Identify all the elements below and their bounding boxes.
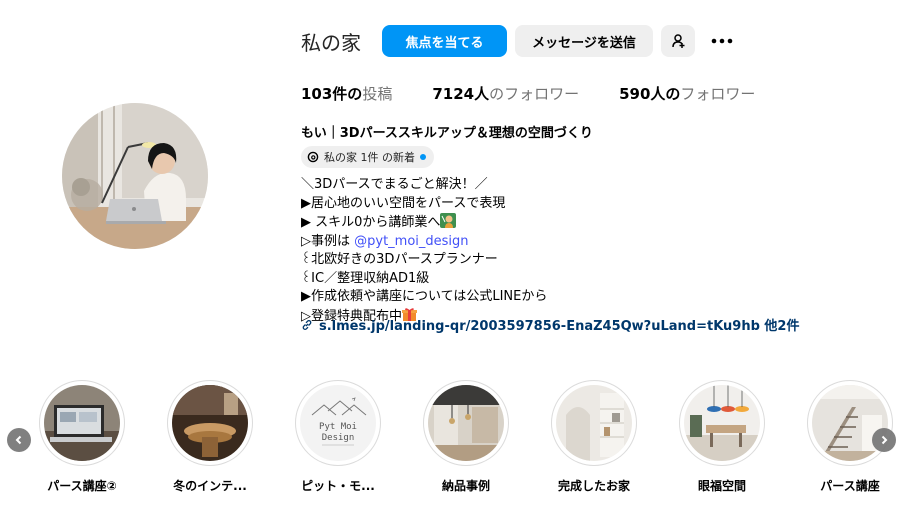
highlight-item[interactable]: パース講座②	[32, 380, 132, 494]
highlight-ring	[167, 380, 253, 466]
more-dots-icon	[711, 38, 733, 44]
highlight-label: パース講座②	[47, 479, 117, 493]
threads-icon	[307, 151, 319, 163]
chevron-right-icon	[881, 435, 888, 445]
followers-count-label: のフォロワー	[489, 85, 580, 103]
story-highlights: パース講座② 冬のインテ... Pyt Moi Design ピット・モ... 納…	[0, 380, 900, 500]
highlight-thumbnail: Pyt MoiDesign	[300, 385, 376, 461]
highlight-label: 納品事例	[441, 479, 490, 493]
highlights-next-button[interactable]	[872, 428, 896, 452]
highlight-ring: Pyt Moi Design	[295, 380, 381, 466]
profile-header-row: 私の家 焦点を当てる メッセージを送信	[301, 25, 739, 57]
external-link[interactable]: s.lmes.jp/landing-qr/2003597856-EnaZ45Qw…	[301, 315, 799, 334]
chevron-left-icon	[15, 435, 22, 445]
highlight-item[interactable]: Pyt Moi Design ピット・モ...	[288, 380, 388, 494]
follow-button[interactable]: 焦点を当てる	[382, 25, 507, 57]
highlight-label: ピット・モ...	[301, 479, 375, 493]
highlight-ring	[423, 380, 509, 466]
following-count-label: フォロワー	[680, 85, 756, 103]
highlight-ring	[39, 380, 125, 466]
posts-count: 103件の 投稿	[301, 83, 392, 104]
highlight-thumbnail	[428, 385, 504, 461]
highlight-thumbnail	[44, 385, 120, 461]
highlight-ring	[807, 380, 893, 466]
highlight-item[interactable]: 納品事例	[416, 380, 516, 494]
highlight-item[interactable]: 眼福空間	[672, 380, 772, 494]
followers-count[interactable]: 7124人 のフォロワー	[432, 83, 579, 104]
bio-line-text: ▷事例は	[301, 233, 355, 249]
bio-line: ▶作成依頼や講座については公式LINEから	[301, 289, 548, 304]
highlight-thumbnail	[684, 385, 760, 461]
link-icon	[302, 319, 312, 330]
bio-line: ▷事例は @pyt_moi_design	[301, 233, 547, 252]
highlight-label: パース講座	[820, 479, 880, 493]
teacher-emoji-icon	[440, 213, 457, 228]
message-button[interactable]: メッセージを送信	[515, 25, 653, 57]
bio-line: ▶居心地のいい空間をパースで表現	[301, 195, 506, 211]
new-indicator-dot	[420, 154, 426, 160]
highlight-ring	[551, 380, 637, 466]
bio-line: ꒰IC／整理収納AD1級	[301, 270, 430, 286]
bio-line: ▶ スキル0から講師業へ	[301, 213, 547, 233]
external-link-text: s.lmes.jp/landing-qr/2003597856-EnaZ45Qw…	[319, 319, 800, 334]
profile-stats: 103件の 投稿 7124人 のフォロワー 590人の フォロワー	[301, 83, 795, 104]
highlight-label: 冬のインテ...	[173, 479, 247, 493]
profile-avatar[interactable]	[62, 103, 208, 249]
following-count[interactable]: 590人の フォロワー	[619, 83, 755, 104]
posts-count-value: 103件の	[301, 85, 363, 103]
add-person-icon	[672, 34, 685, 48]
highlights-prev-button[interactable]	[7, 428, 31, 452]
username: 私の家	[301, 30, 361, 55]
mention-link[interactable]: @pyt_moi_design	[354, 234, 468, 249]
logo-text-line1: Pyt Moi	[319, 422, 357, 432]
followers-count-value: 7124人	[432, 85, 490, 103]
threads-badge[interactable]: 私の家 1件 の新着	[301, 146, 434, 168]
bio-line: ꒰北欧好きの3Dパースプランナー	[301, 252, 498, 267]
threads-badge-label: 私の家 1件 の新着	[324, 151, 415, 164]
following-count-value: 590人の	[619, 85, 681, 103]
bio-line-text: ▶ スキル0から講師業へ	[301, 215, 441, 230]
highlight-item[interactable]: 冬のインテ...	[160, 380, 260, 494]
avatar-photo	[62, 103, 208, 249]
highlight-ring	[679, 380, 765, 466]
bio-line: ＼3Dパースでまるごと解決！／	[301, 177, 488, 192]
profile-full-name: もい｜3Dパーススキルアップ＆理想の空間づくり	[301, 126, 593, 141]
highlight-label: 眼福空間	[697, 479, 746, 493]
highlight-thumbnail	[556, 385, 632, 461]
highlight-item[interactable]: 完成したお家	[544, 380, 644, 494]
profile-bio: ＼3Dパースでまるごと解決！／ ▶居心地のいい空間をパースで表現 ▶ スキル0か…	[301, 176, 547, 326]
posts-count-label: 投稿	[362, 85, 393, 103]
logo-text-line2: Design	[322, 433, 355, 443]
suggest-user-button[interactable]	[661, 25, 695, 57]
more-options-button[interactable]	[705, 25, 739, 57]
highlight-label: 完成したお家	[557, 479, 630, 493]
highlight-thumbnail	[172, 385, 248, 461]
